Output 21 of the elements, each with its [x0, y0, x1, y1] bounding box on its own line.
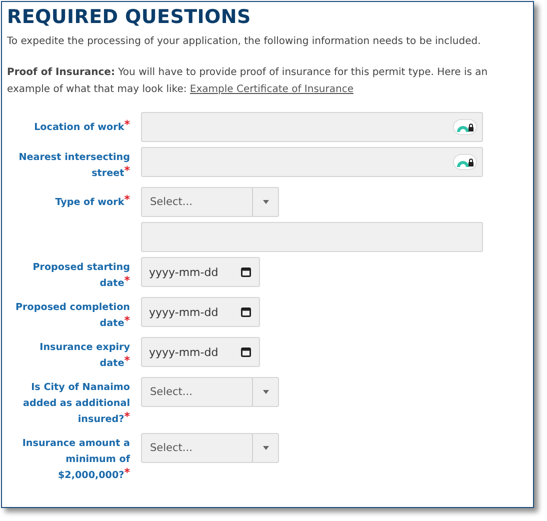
- input-field[interactable]: [141, 147, 483, 177]
- date-field[interactable]: yyyy-mm-dd: [141, 257, 260, 287]
- caret-icon: [262, 200, 268, 204]
- insurance-notice: Proof of Insurance: You will have to provide proof of insurance for this permit type. Here is an example of what that may look like: Example Certificate of Insurance: [7, 66, 489, 97]
- calendar-icon[interactable]: [241, 347, 251, 357]
- select-dropdown[interactable]: Select...: [141, 433, 279, 463]
- intro-text: To expedite the processing of your application, the following information needs to be included.: [7, 35, 482, 49]
- certificate-link[interactable]: Example Certificate of Insurance: [190, 84, 354, 95]
- caret-icon: [262, 446, 268, 450]
- calendar-icon[interactable]: [241, 307, 251, 317]
- input-field[interactable]: [141, 222, 483, 252]
- date-field[interactable]: yyyy-mm-dd: [141, 337, 260, 367]
- caret-icon: [262, 390, 268, 394]
- select-dropdown[interactable]: Select...: [141, 187, 279, 217]
- lock-badge-icon[interactable]: [453, 154, 477, 170]
- date-field[interactable]: yyyy-mm-dd: [141, 297, 260, 327]
- input-field[interactable]: [141, 112, 483, 142]
- lock-badge-icon[interactable]: [453, 119, 477, 135]
- page-title: REQUIRED QUESTIONS: [7, 6, 252, 28]
- calendar-icon[interactable]: [241, 267, 251, 277]
- select-dropdown[interactable]: Select...: [141, 377, 279, 407]
